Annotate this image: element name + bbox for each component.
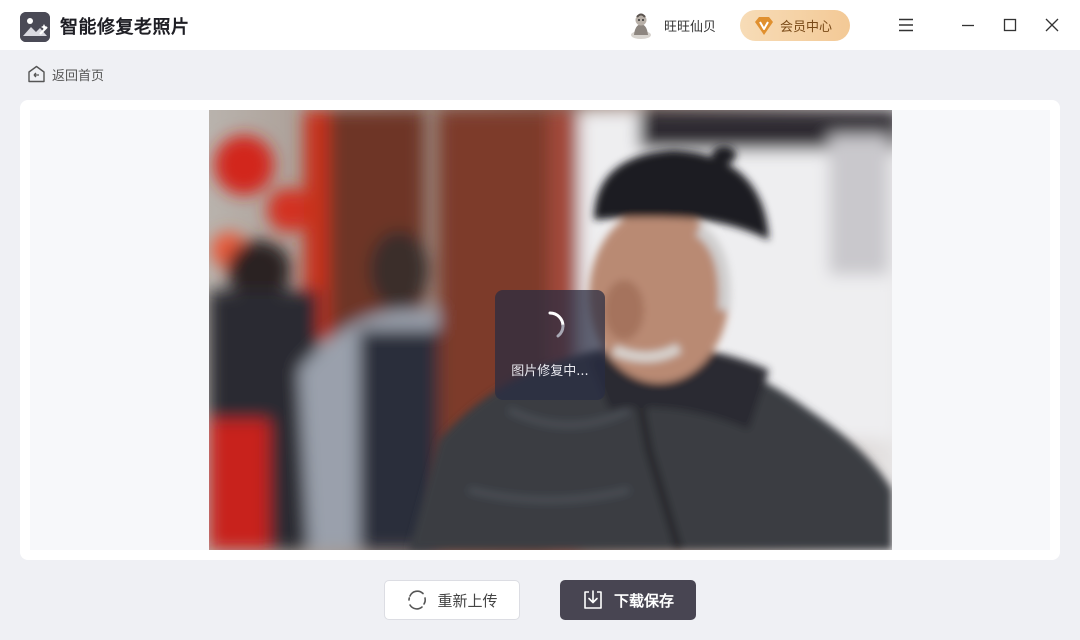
reupload-label: 重新上传	[437, 591, 498, 610]
spinner-icon	[548, 311, 565, 338]
user-name[interactable]: 旺旺仙贝	[664, 16, 716, 35]
loading-text: 图片修复中...	[511, 364, 589, 379]
user-avatar[interactable]	[628, 11, 654, 39]
app-title: 智能修复老照片	[60, 17, 190, 38]
home-back-icon	[28, 65, 45, 83]
download-icon	[584, 590, 602, 609]
vip-center-button[interactable]: 会员中心	[740, 10, 850, 41]
maximize-icon[interactable]	[995, 10, 1025, 40]
back-to-home-link[interactable]: 返回首页	[27, 64, 104, 84]
minimize-icon[interactable]	[953, 10, 983, 40]
repair-loading-overlay: 图片修复中...	[495, 290, 605, 400]
image-stage: 图片修复中...	[30, 110, 1050, 550]
reupload-button[interactable]: 重新上传	[384, 580, 520, 620]
back-to-home-label: 返回首页	[52, 68, 105, 84]
download-save-button[interactable]: 下载保存	[560, 580, 696, 620]
hamburger-menu-icon[interactable]	[891, 10, 921, 40]
vip-center-label: 会员中心	[780, 20, 833, 35]
close-icon[interactable]	[1037, 10, 1067, 40]
refresh-icon	[408, 590, 427, 610]
app-logo-icon	[20, 12, 50, 42]
title-bar: 智能修复老照片 旺旺仙贝 会员中心	[0, 0, 1080, 50]
download-save-label: 下载保存	[613, 591, 674, 610]
diamond-v-icon	[755, 16, 773, 35]
preview-panel: 图片修复中...	[20, 100, 1060, 560]
